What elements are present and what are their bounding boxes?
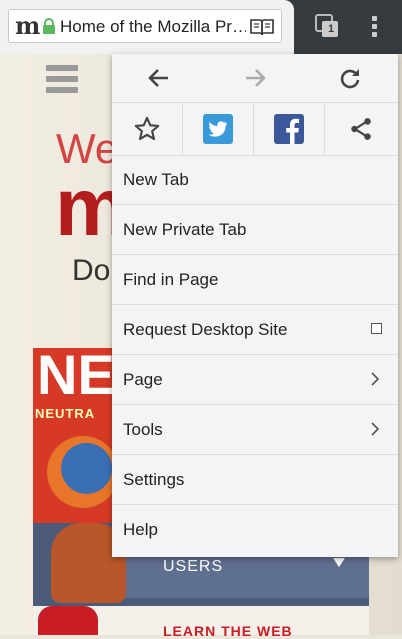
chevron-right-icon <box>371 372 380 386</box>
menu-item-new-private-tab[interactable]: New Private Tab <box>112 205 398 255</box>
forward-icon <box>246 69 266 87</box>
menu-item-label: Tools <box>123 420 163 439</box>
menu-item-label: Page <box>123 370 163 389</box>
url-tab: m Home of the Mozilla Pr… <box>0 0 294 54</box>
nav-row <box>112 54 398 103</box>
overflow-menu: New Tab New Private Tab Find in Page Req… <box>112 54 398 557</box>
chevron-right-icon <box>371 422 380 436</box>
forward-button[interactable] <box>208 54 303 102</box>
promo-users-text: USERS <box>163 558 224 575</box>
menu-item-new-tab[interactable]: New Tab <box>112 155 398 205</box>
menu-item-label: Help <box>123 520 158 539</box>
desktop-site-checkbox[interactable] <box>371 323 382 334</box>
mozilla-m-icon: m <box>15 11 41 40</box>
promo-neutrality: NE NEUTRA <box>33 343 119 523</box>
lock-icon <box>43 18 55 34</box>
reload-icon <box>340 69 360 89</box>
reader-mode-icon[interactable] <box>250 18 274 36</box>
share-icon <box>350 118 371 140</box>
menu-item-label: Find in Page <box>123 270 219 289</box>
page-title: Home of the Mozilla Pr… <box>60 17 246 36</box>
menu-item-label: New Tab <box>123 170 189 189</box>
share-row <box>112 103 398 156</box>
reload-button[interactable] <box>303 54 398 102</box>
menu-item-tools[interactable]: Tools <box>112 405 398 455</box>
facebook-share-button[interactable] <box>254 103 325 155</box>
star-icon <box>134 116 160 141</box>
menu-item-label: New Private Tab <box>123 220 247 239</box>
menu-item-page[interactable]: Page <box>112 355 398 405</box>
dropdown-arrow-icon <box>333 558 345 567</box>
promo-neutra-text: NEUTRA <box>35 406 96 421</box>
twitter-share-button[interactable] <box>183 103 254 155</box>
site-menu-icon[interactable] <box>46 65 78 97</box>
back-icon <box>148 69 168 87</box>
firefox-logo-icon <box>47 436 119 508</box>
promo-ne-text: NE <box>37 343 115 406</box>
browser-toolbar: m Home of the Mozilla Pr… 1 <box>0 0 402 54</box>
share-button[interactable] <box>325 103 396 155</box>
url-bar[interactable]: m Home of the Mozilla Pr… <box>8 9 282 43</box>
twitter-icon <box>203 114 233 144</box>
page-subheading-partial: Do <box>72 254 111 287</box>
back-button[interactable] <box>112 54 207 102</box>
menu-item-label: Request Desktop Site <box>123 320 288 339</box>
menu-item-find-in-page[interactable]: Find in Page <box>112 255 398 305</box>
menu-item-help[interactable]: Help <box>112 505 398 555</box>
facebook-icon <box>274 114 304 144</box>
menu-item-request-desktop-site[interactable]: Request Desktop Site <box>112 305 398 355</box>
overflow-menu-icon[interactable] <box>364 13 384 41</box>
red-m-logo-icon <box>38 606 98 635</box>
menu-item-settings[interactable]: Settings <box>112 455 398 505</box>
tab-count: 1 <box>327 23 335 35</box>
promo-learn-text: LEARN THE WEB <box>163 623 293 639</box>
bookmark-button[interactable] <box>112 103 183 155</box>
menu-item-label: Settings <box>123 470 185 489</box>
